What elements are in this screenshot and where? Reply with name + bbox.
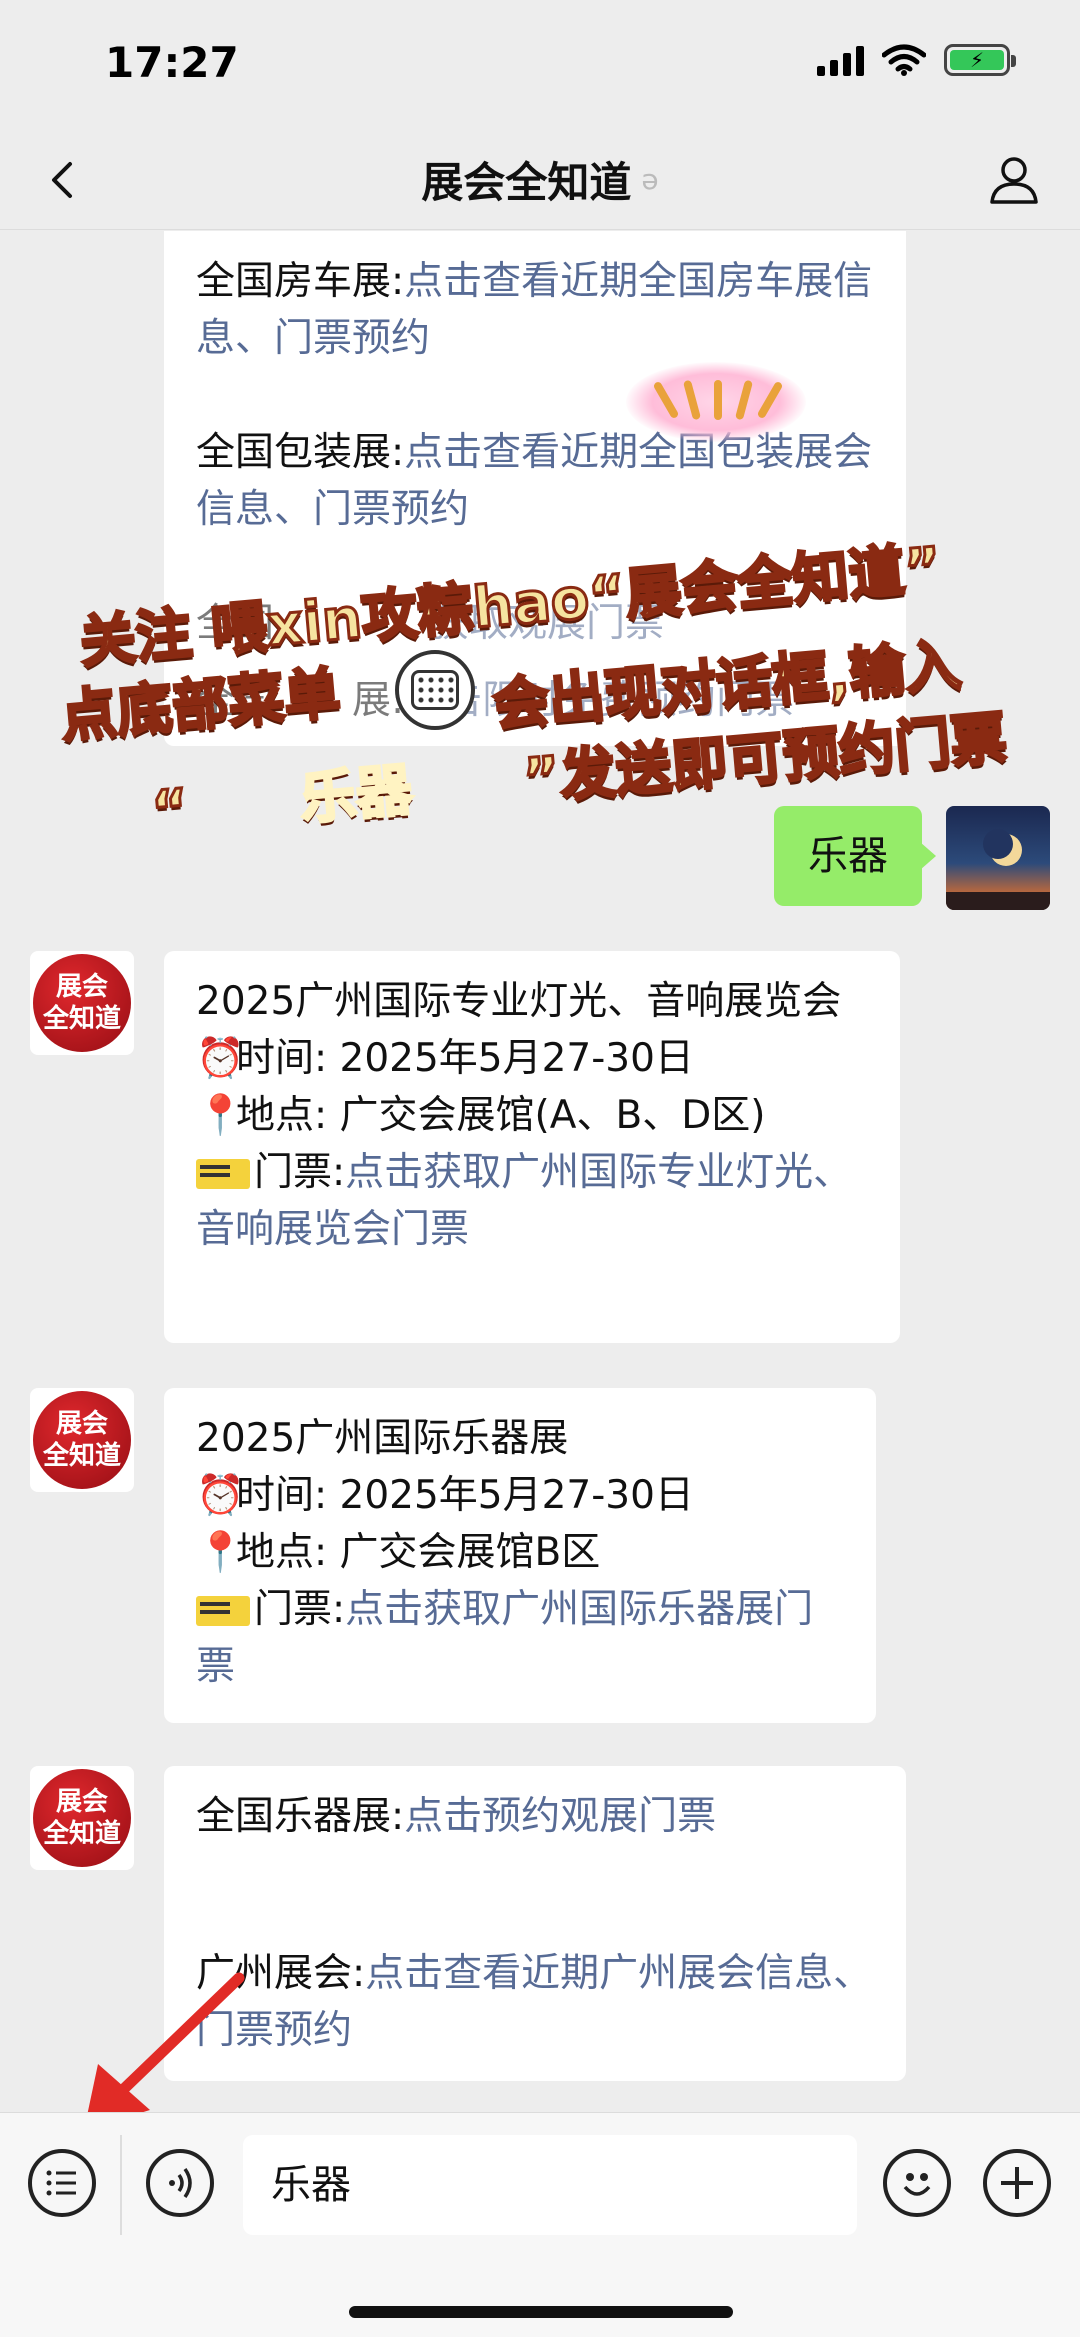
profile-icon[interactable] — [984, 150, 1044, 210]
location-pin-icon: 📍 — [196, 1530, 245, 1575]
back-icon[interactable] — [36, 152, 92, 208]
ticket-icon — [196, 1159, 250, 1189]
cellular-signal-icon — [817, 44, 864, 76]
message-line: 📍地点: 广交会展馆B区 — [196, 1524, 846, 1581]
avatar[interactable]: 展会 全知道 — [30, 951, 134, 1055]
location-pin-icon: 📍 — [196, 1093, 245, 1138]
voice-icon[interactable] — [146, 2149, 214, 2217]
message-line: 全国包装展:点击查看近期全国包装展会信息、门票预约 — [196, 430, 873, 532]
moon-icon — [946, 829, 1050, 910]
avatar[interactable]: 展会 全知道 — [30, 1388, 134, 1492]
ear-icon: ə — [641, 163, 659, 196]
chat-input-bar: 乐器 — [0, 2112, 1080, 2337]
menu-icon[interactable] — [28, 2149, 96, 2217]
battery-charging-icon: ⚡ — [944, 44, 1016, 76]
message-line: 广州展会:点击查看近期广州展会信息、门票预约 — [196, 1951, 873, 2053]
message-line: 门票:点击获取广州国际乐器展门票 — [196, 1587, 814, 1689]
sparkle-decoration — [626, 362, 806, 442]
keyboard-icon — [395, 650, 475, 730]
message-line: 全国乐器展:点击预约观展门票 — [196, 1794, 717, 1839]
link-instrument-expo[interactable]: 点击预约观展门票 — [404, 1794, 716, 1839]
chat-header: 展会全知道 ə — [0, 130, 1080, 230]
home-indicator[interactable] — [349, 2306, 733, 2318]
message-bubble-3: 全国乐器展:点击预约观展门票 广州展会:点击查看近期广州展会信息、门票预约 — [164, 1766, 906, 2081]
status-time: 17:27 — [105, 38, 239, 87]
wifi-icon — [882, 44, 926, 76]
ticket-icon — [196, 1596, 250, 1626]
message-title: 2025广州国际乐器展 — [196, 1416, 569, 1461]
add-icon[interactable] — [983, 2149, 1051, 2217]
outgoing-message-bubble: 乐器 — [774, 806, 936, 906]
message-line: 全国房车展:点击查看近期全国房车展信息、门票预约 — [196, 259, 873, 361]
message-title: 2025广州国际专业灯光、音响展览会 — [196, 979, 842, 1024]
message-line: ⏰时间: 2025年5月27-30日 — [196, 1467, 846, 1524]
message-line: 门票:点击获取广州国际专业灯光、音响展览会门票 — [196, 1150, 853, 1252]
alarm-clock-icon: ⏰ — [196, 1473, 245, 1518]
message-line: ⏰时间: 2025年5月27-30日 — [196, 1030, 870, 1087]
divider — [120, 2135, 122, 2235]
alarm-clock-icon: ⏰ — [196, 1036, 245, 1081]
user-avatar[interactable] — [946, 806, 1050, 910]
message-input[interactable]: 乐器 — [243, 2135, 857, 2235]
status-icons: ⚡ — [817, 44, 1016, 76]
chat-title: 展会全知道 — [421, 158, 632, 207]
emoji-icon[interactable] — [883, 2149, 951, 2217]
status-bar: 17:27 ⚡ — [0, 0, 1080, 130]
avatar[interactable]: 展会 全知道 — [30, 1766, 134, 1870]
message-bubble-2: 2025广州国际乐器展 ⏰时间: 2025年5月27-30日 📍地点: 广交会展… — [164, 1388, 876, 1723]
message-line: 📍地点: 广交会展馆(A、B、D区) — [196, 1087, 870, 1144]
message-bubble-1: 2025广州国际专业灯光、音响展览会 ⏰时间: 2025年5月27-30日 📍地… — [164, 951, 900, 1343]
